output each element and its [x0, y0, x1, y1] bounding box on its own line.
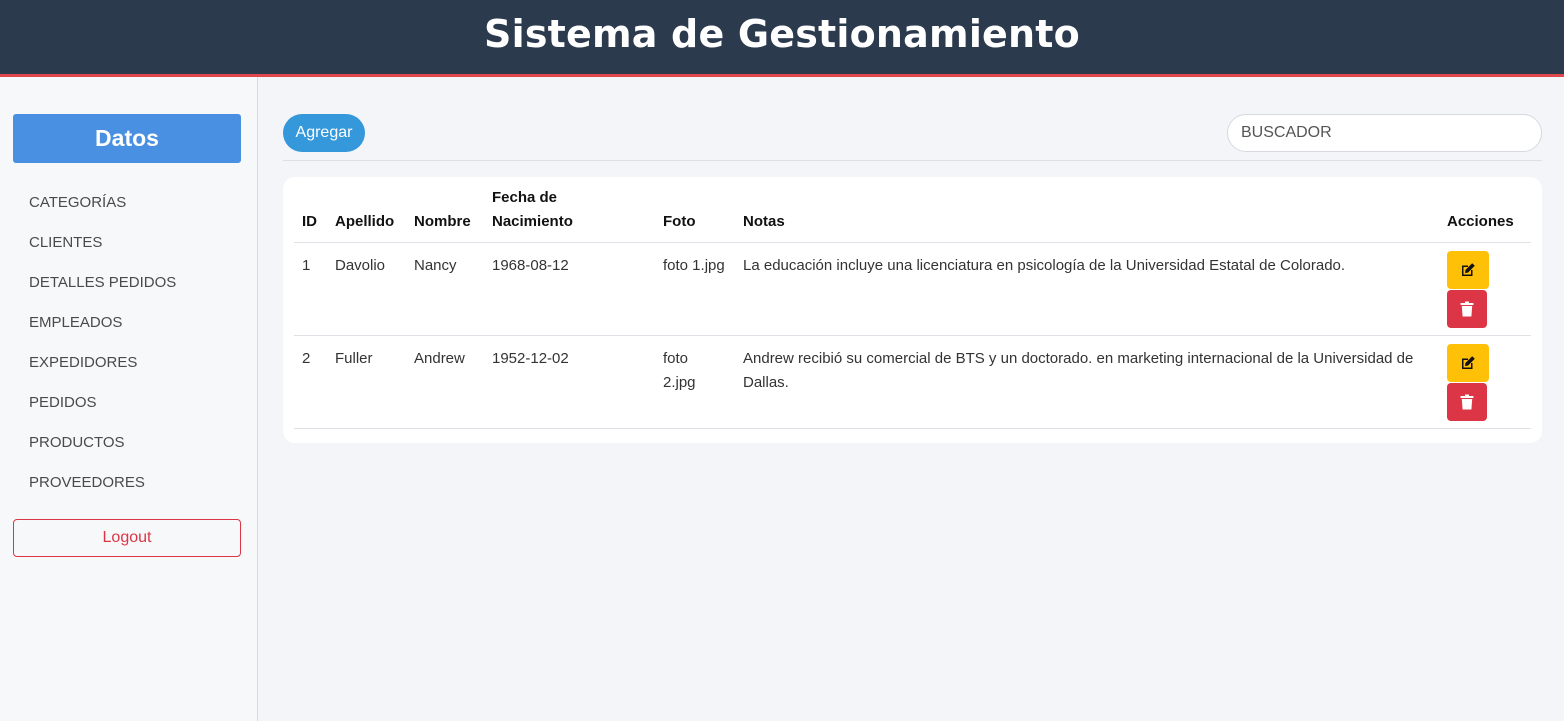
trash-icon: [1460, 301, 1474, 316]
employees-table: ID Apellido Nombre Fecha de Nacimiento F…: [294, 185, 1531, 429]
cell-id: 1: [294, 242, 327, 336]
delete-button[interactable]: [1447, 289, 1487, 328]
cell-apellido: Fuller: [327, 335, 406, 429]
sidebar-item-empleados[interactable]: EMPLEADOS: [29, 314, 176, 354]
column-header-fecha-label: Fecha de Nacimiento: [492, 188, 573, 230]
column-header-foto: Foto: [655, 185, 735, 243]
cell-id: 2: [294, 335, 327, 429]
sidebar-nav: CATEGORÍAS CLIENTES DETALLES PEDIDOS EMP…: [29, 194, 176, 514]
sidebar-item-pedidos[interactable]: PEDIDOS: [29, 394, 176, 434]
edit-button[interactable]: [1447, 343, 1489, 382]
cell-fecha: 1952-12-02: [484, 335, 655, 429]
edit-icon: [1462, 355, 1475, 369]
cell-acciones: [1439, 242, 1531, 336]
cell-foto: foto 1.jpg: [655, 242, 735, 336]
trash-icon: [1460, 394, 1474, 409]
sidebar-item-expedidores[interactable]: EXPEDIDORES: [29, 354, 176, 394]
table-card: ID Apellido Nombre Fecha de Nacimiento F…: [283, 177, 1542, 443]
cell-foto-text: foto 2.jpg: [663, 349, 696, 391]
toolbar: Agregar: [283, 114, 1542, 161]
edit-button[interactable]: [1447, 250, 1489, 289]
cell-apellido: Davolio: [327, 242, 406, 336]
cell-notas: La educación incluye una licenciatura en…: [735, 242, 1439, 336]
delete-button[interactable]: [1447, 382, 1487, 421]
row-actions: [1447, 250, 1523, 328]
sidebar-item-clientes[interactable]: CLIENTES: [29, 234, 176, 274]
sidebar-item-proveedores[interactable]: PROVEEDORES: [29, 474, 176, 514]
table-row: 2 Fuller Andrew 1952-12-02 foto 2.jpg An…: [294, 335, 1531, 429]
sidebar-item-detalles-pedidos[interactable]: DETALLES PEDIDOS: [29, 274, 176, 314]
column-header-id: ID: [294, 185, 327, 243]
column-header-apellido: Apellido: [327, 185, 406, 243]
page-title: Sistema de Gestionamiento: [484, 12, 1080, 56]
app-header: Sistema de Gestionamiento: [0, 0, 1564, 77]
search-input[interactable]: [1227, 114, 1542, 152]
cell-foto: foto 2.jpg: [655, 335, 735, 429]
column-header-nombre: Nombre: [406, 185, 484, 243]
edit-icon: [1462, 262, 1475, 276]
table-row: 1 Davolio Nancy 1968-08-12 foto 1.jpg La…: [294, 242, 1531, 336]
sidebar-item-categorias[interactable]: CATEGORÍAS: [29, 194, 176, 234]
column-header-notas: Notas: [735, 185, 1439, 243]
cell-fecha: 1968-08-12: [484, 242, 655, 336]
add-button[interactable]: Agregar: [283, 114, 365, 152]
sidebar-title: Datos: [13, 114, 241, 163]
table-header-row: ID Apellido Nombre Fecha de Nacimiento F…: [294, 185, 1531, 243]
column-header-acciones: Acciones: [1439, 185, 1531, 243]
row-actions: [1447, 343, 1523, 421]
cell-nombre: Andrew: [406, 335, 484, 429]
cell-nombre: Nancy: [406, 242, 484, 336]
sidebar: Datos CATEGORÍAS CLIENTES DETALLES PEDID…: [0, 77, 258, 721]
sidebar-item-productos[interactable]: PRODUCTOS: [29, 434, 176, 474]
cell-notas: Andrew recibió su comercial de BTS y un …: [735, 335, 1439, 429]
column-header-fecha: Fecha de Nacimiento: [484, 185, 655, 243]
cell-acciones: [1439, 335, 1531, 429]
main-content: Agregar ID Apellido Nombre Fecha de Naci…: [283, 114, 1542, 443]
logout-button[interactable]: Logout: [13, 519, 241, 557]
